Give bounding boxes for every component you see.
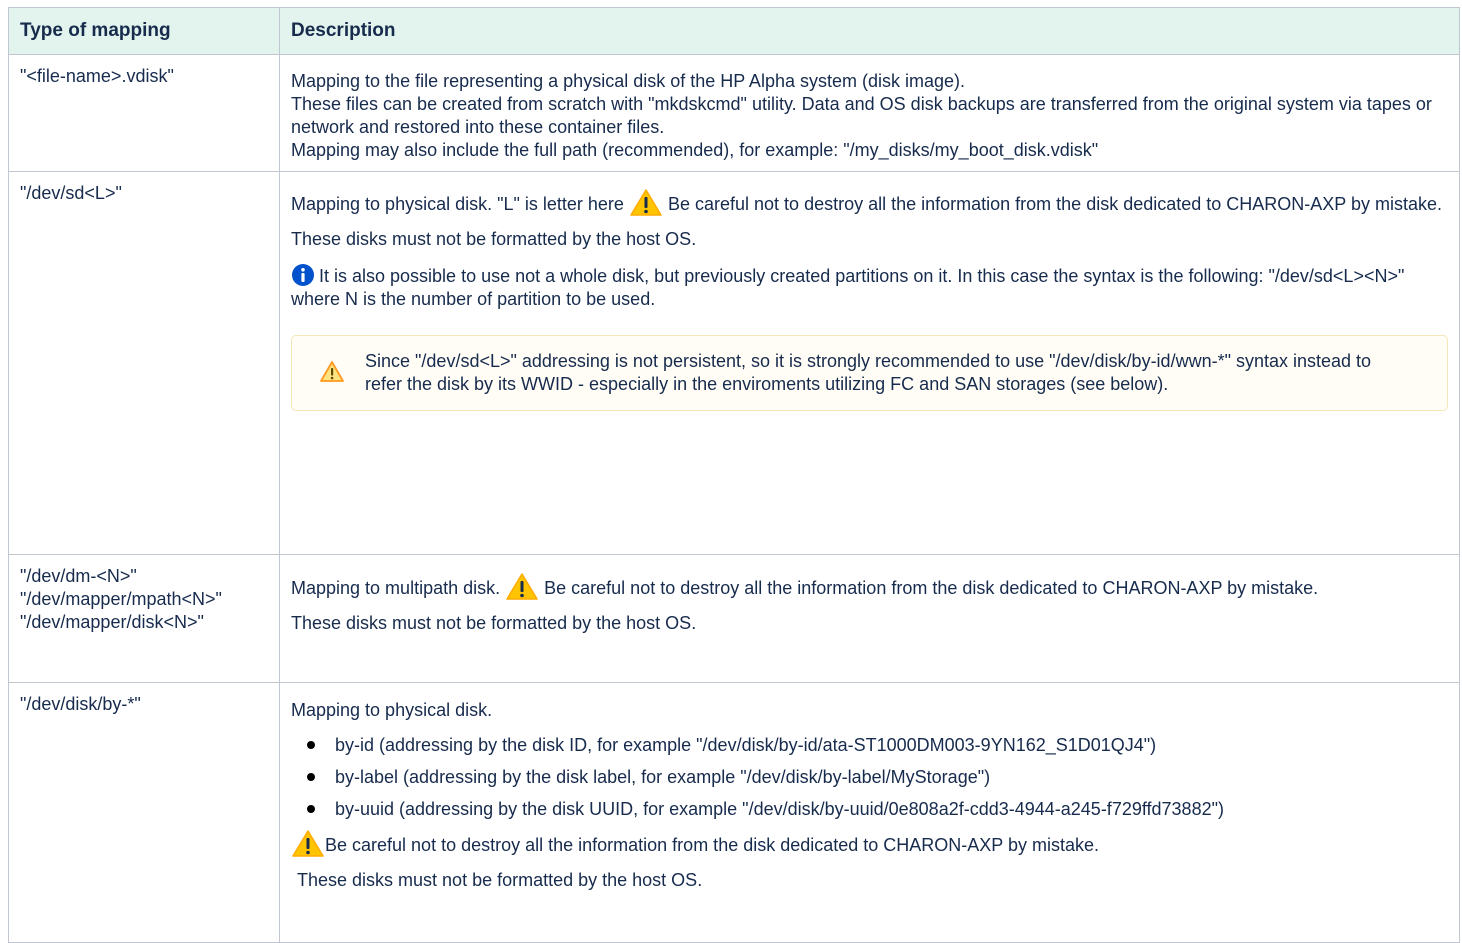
description-warning-text: Be careful not to destroy all the inform… — [667, 194, 1443, 214]
description-cell: Mapping to the file representing a physi… — [279, 54, 1460, 172]
description-text: Mapping to physical disk. "L" is letter … — [291, 189, 1448, 216]
warning-icon — [291, 830, 325, 857]
mapping-type: "/dev/sd<L>" — [20, 183, 122, 203]
table-header-row: Type of mapping Description — [8, 7, 1460, 55]
info-text: It is also possible to use not a whole d… — [291, 266, 1405, 309]
warning-icon — [629, 189, 663, 216]
description-lead: Mapping to physical disk. "L" is letter … — [291, 194, 624, 214]
list-item: by-uuid (addressing by the disk UUID, fo… — [307, 798, 1448, 821]
description-cell: Mapping to multipath disk. Be careful no… — [279, 554, 1460, 683]
info-paragraph: It is also possible to use not a whole d… — [291, 263, 1448, 311]
description-cell: Mapping to physical disk. "L" is letter … — [279, 171, 1460, 555]
mapping-type-cell: "<file-name>.vdisk" — [8, 54, 280, 172]
warning-icon — [505, 573, 539, 600]
description-text: Mapping to the file representing a physi… — [291, 71, 966, 91]
description-text: Mapping to multipath disk. Be careful no… — [291, 573, 1448, 600]
disk-mapping-table: Type of mapping Description "<file-name>… — [8, 7, 1460, 943]
mapping-type: "/dev/dm-<N>" — [20, 566, 137, 586]
list-item: by-label (addressing by the disk label, … — [307, 766, 1448, 789]
note-box: Since "/dev/sd<L>" addressing is not per… — [291, 335, 1448, 411]
table-row: "/dev/sd<L>" Mapping to physical disk. "… — [8, 171, 1460, 555]
header-description: Description — [279, 7, 1460, 55]
mapping-type-cell: "/dev/dm-<N>" "/dev/mapper/mpath<N>" "/d… — [8, 554, 280, 683]
table-row: "/dev/dm-<N>" "/dev/mapper/mpath<N>" "/d… — [8, 554, 1460, 683]
mapping-type: "/dev/mapper/disk<N>" — [20, 612, 204, 632]
info-icon — [291, 263, 315, 287]
warning-paragraph: Be careful not to destroy all the inform… — [291, 830, 1448, 857]
description-warning-text: Be careful not to destroy all the inform… — [544, 578, 1319, 598]
mapping-type: "/dev/disk/by-*" — [20, 694, 141, 714]
table-row: "/dev/disk/by-*" Mapping to physical dis… — [8, 682, 1460, 943]
mapping-type: "<file-name>.vdisk" — [20, 66, 174, 86]
description-text: These disks must not be formatted by the… — [291, 229, 697, 249]
bullet-list: by-id (addressing by the disk ID, for ex… — [291, 734, 1448, 821]
warning-outline-icon — [320, 360, 344, 384]
description-cell: Mapping to physical disk. by-id (address… — [279, 682, 1460, 943]
mapping-type: "/dev/mapper/mpath<N>" — [20, 589, 222, 609]
description-text: These disks must not be formatted by the… — [291, 613, 697, 633]
description-text: Mapping may also include the full path (… — [291, 140, 1099, 160]
header-type-of-mapping: Type of mapping — [8, 7, 280, 55]
list-item: by-id (addressing by the disk ID, for ex… — [307, 734, 1448, 757]
description-text: These disks must not be formatted by the… — [297, 870, 703, 890]
note-text: Since "/dev/sd<L>" addressing is not per… — [365, 351, 1372, 394]
mapping-type-cell: "/dev/disk/by-*" — [8, 682, 280, 943]
warning-text: Be careful not to destroy all the inform… — [325, 835, 1100, 855]
description-lead: Mapping to multipath disk. — [291, 578, 501, 598]
description-text: These files can be created from scratch … — [291, 94, 1432, 137]
table-row: "<file-name>.vdisk" Mapping to the file … — [8, 54, 1460, 172]
description-text: Mapping to physical disk. — [291, 700, 493, 720]
mapping-type-cell: "/dev/sd<L>" — [8, 171, 280, 555]
